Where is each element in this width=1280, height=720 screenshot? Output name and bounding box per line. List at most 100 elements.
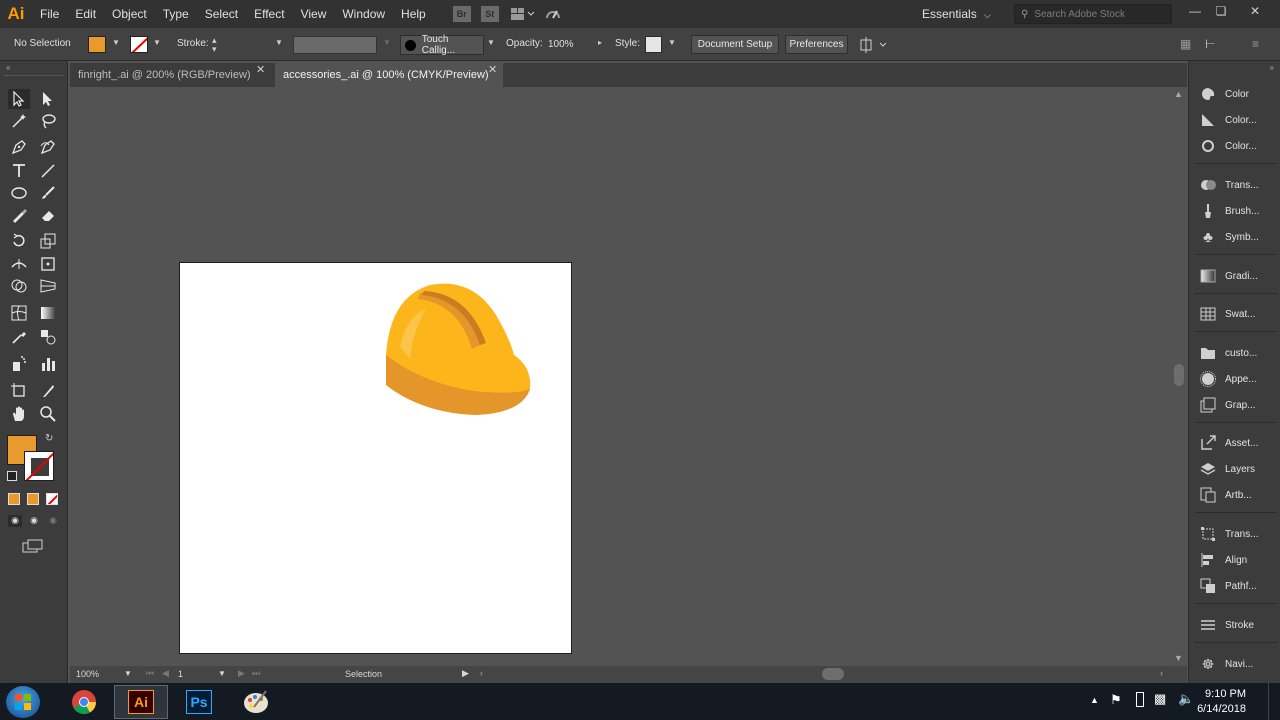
menu-type[interactable]: Type — [155, 0, 197, 28]
arrange-icon[interactable] — [858, 37, 888, 53]
next-artboard-icon[interactable]: ▶ — [238, 668, 245, 679]
panel-asset-export[interactable]: Asset... — [1199, 432, 1279, 454]
selection-tool-icon[interactable] — [8, 89, 30, 109]
tools-grip[interactable] — [4, 75, 64, 78]
menu-select[interactable]: Select — [197, 0, 246, 28]
tools-collapse-icon[interactable]: « — [6, 63, 10, 72]
stroke-weight-stepper[interactable]: ▴ ▾ — [212, 36, 272, 54]
stock-icon[interactable]: St — [480, 6, 499, 22]
opacity-field[interactable]: 100% — [545, 36, 593, 54]
symbol-sprayer-tool-icon[interactable] — [8, 354, 30, 374]
draw-normal-icon[interactable]: ◉ — [8, 515, 22, 527]
panel-color[interactable]: Color — [1199, 83, 1279, 105]
lasso-tool-icon[interactable] — [37, 111, 59, 131]
arrange-documents-icon[interactable] — [510, 6, 536, 22]
transform-icon[interactable]: ⊢ — [1205, 37, 1221, 53]
artboard-tool-icon[interactable] — [8, 381, 30, 401]
color-mode-button[interactable] — [8, 493, 20, 505]
panel-stroke[interactable]: Stroke — [1199, 614, 1279, 636]
menu-window[interactable]: Window — [334, 0, 393, 28]
panel-navigator[interactable]: ☸ Navi... — [1199, 653, 1279, 675]
gradient-tool-icon[interactable] — [37, 303, 59, 323]
width-tool-icon[interactable] — [8, 254, 30, 274]
profile-chevron-icon[interactable]: ▼ — [383, 39, 391, 47]
screen-mode-icon[interactable] — [22, 539, 44, 553]
panel-graphic-styles[interactable]: Grap... — [1199, 394, 1279, 416]
free-transform-tool-icon[interactable] — [37, 254, 59, 274]
blend-tool-icon[interactable] — [37, 327, 59, 347]
panel-align[interactable]: Align — [1199, 549, 1279, 571]
default-colors-icon[interactable] — [7, 471, 17, 481]
magic-wand-tool-icon[interactable] — [8, 111, 30, 131]
pen-tool-icon[interactable] — [8, 137, 30, 157]
prev-artboard-icon[interactable]: ◀ — [162, 668, 169, 679]
bridge-icon[interactable]: Br — [452, 6, 471, 22]
restore-button[interactable]: ❏ — [1208, 0, 1234, 22]
mesh-tool-icon[interactable] — [8, 303, 30, 323]
close-icon[interactable]: ✕ — [488, 63, 497, 76]
fill-swatch[interactable] — [88, 36, 106, 53]
shaper-tool-icon[interactable] — [8, 205, 30, 225]
line-tool-icon[interactable] — [37, 161, 59, 181]
eyedropper-tool-icon[interactable] — [8, 327, 30, 347]
hand-tool-icon[interactable] — [8, 404, 30, 424]
document-setup-button[interactable]: Document Setup — [691, 35, 779, 54]
menu-view[interactable]: View — [293, 0, 335, 28]
scroll-down-icon[interactable]: ▼ — [1174, 653, 1183, 663]
signal-icon[interactable]: ▩ — [1154, 691, 1166, 707]
paintbrush-tool-icon[interactable] — [37, 183, 59, 203]
scroll-left-icon[interactable]: ‹ — [480, 668, 483, 678]
panel-transparency[interactable]: Trans... — [1199, 174, 1279, 196]
artboard-chevron-icon[interactable]: ▼ — [218, 669, 226, 678]
curvature-tool-icon[interactable] — [37, 137, 59, 157]
panel-artboards[interactable]: Artb... — [1199, 484, 1279, 506]
dock-collapse-icon[interactable]: » — [1270, 63, 1274, 72]
menu-file[interactable]: File — [32, 0, 67, 28]
show-hidden-icons[interactable]: ▲ — [1090, 695, 1099, 705]
volume-icon[interactable]: 🔈 — [1178, 691, 1194, 707]
panel-appearance[interactable]: Appe... — [1199, 368, 1279, 390]
preferences-button[interactable]: Preferences — [785, 35, 848, 54]
battery-icon[interactable] — [1136, 692, 1144, 707]
scroll-right-icon[interactable]: › — [1160, 668, 1163, 678]
panel-swatches[interactable]: Swat... — [1199, 303, 1279, 325]
taskbar-photoshop[interactable]: Ps — [172, 685, 226, 719]
zoom-chevron-icon[interactable]: ▼ — [124, 669, 132, 678]
menu-edit[interactable]: Edit — [67, 0, 104, 28]
brush-chevron-icon[interactable]: ▼ — [487, 39, 495, 47]
stroke-weight-chevron-icon[interactable]: ▼ — [275, 39, 283, 47]
tab-finright[interactable]: finright_.ai @ 200% (RGB/Preview) — [70, 63, 270, 87]
vertical-scroll-thumb[interactable] — [1174, 364, 1184, 386]
status-menu-icon[interactable]: ▶ — [462, 668, 469, 679]
artboard-number-field[interactable]: 1 — [178, 669, 216, 679]
first-artboard-icon[interactable]: ⏮ — [146, 668, 154, 679]
menu-object[interactable]: Object — [104, 0, 155, 28]
last-artboard-icon[interactable]: ⏭ — [252, 668, 260, 679]
tab-accessories[interactable]: accessories_.ai @ 100% (CMYK/Preview) — [275, 63, 503, 87]
close-icon[interactable]: ✕ — [256, 63, 265, 76]
panel-brushes[interactable]: Brush... — [1199, 200, 1279, 222]
gradient-mode-button[interactable] — [27, 493, 39, 505]
none-mode-button[interactable] — [46, 493, 58, 505]
rotate-tool-icon[interactable] — [8, 231, 30, 251]
slice-tool-icon[interactable] — [37, 381, 59, 401]
panel-menu-icon[interactable]: ≡ — [1252, 37, 1268, 53]
draw-behind-icon[interactable]: ◉ — [27, 515, 41, 527]
vertical-scrollbar[interactable]: ▲ ▼ — [1171, 87, 1187, 666]
network-flag-icon[interactable]: ⚑ — [1110, 692, 1122, 708]
type-tool-icon[interactable] — [8, 161, 30, 181]
panel-layers[interactable]: Layers — [1199, 458, 1279, 480]
panel-transform[interactable]: Trans... — [1199, 523, 1279, 545]
minimize-button[interactable]: — — [1182, 0, 1208, 22]
style-chevron-icon[interactable]: ▼ — [668, 39, 676, 47]
perspective-grid-tool-icon[interactable] — [37, 276, 59, 296]
artboard[interactable] — [179, 262, 572, 654]
panel-color-guide[interactable]: Color... — [1199, 109, 1279, 131]
draw-inside-icon[interactable]: ◉ — [46, 515, 60, 527]
align-icon[interactable]: ▦ — [1180, 37, 1196, 53]
fill-chevron-icon[interactable]: ▼ — [112, 39, 120, 47]
scroll-up-icon[interactable]: ▲ — [1174, 89, 1183, 99]
taskbar-paint[interactable] — [229, 685, 283, 719]
stroke-chevron-icon[interactable]: ▼ — [153, 39, 161, 47]
close-button[interactable]: ✕ — [1242, 0, 1268, 22]
